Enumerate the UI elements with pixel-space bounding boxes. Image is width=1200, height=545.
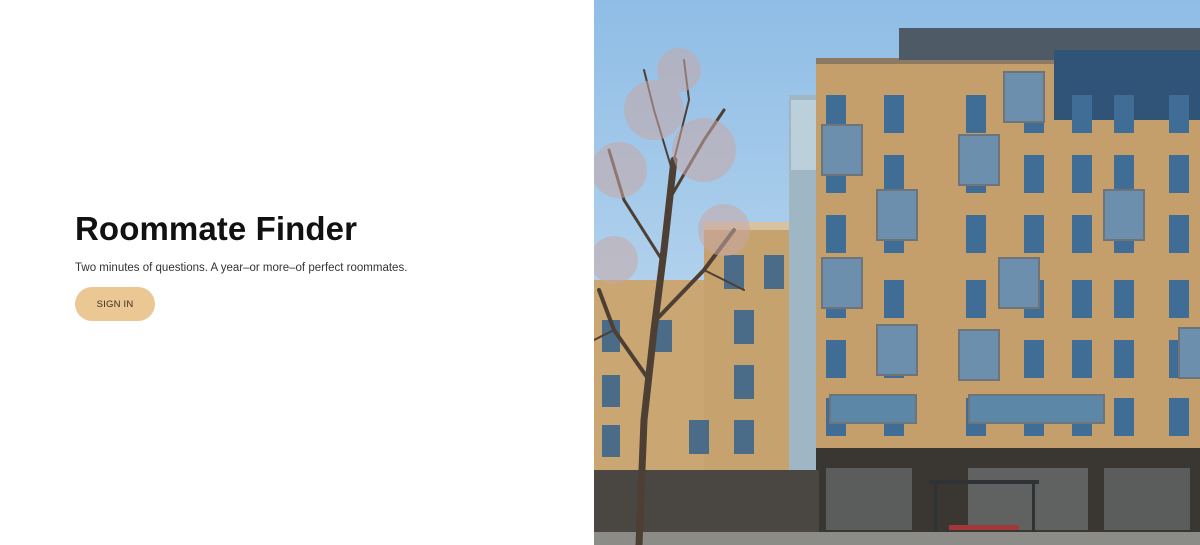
sign-in-button[interactable]: SIGN IN	[75, 287, 155, 321]
page-title: Roommate Finder	[75, 210, 358, 247]
hero-subtitle: Two minutes of questions. A year–or more…	[75, 262, 408, 274]
hero-panel: Roommate Finder Two minutes of questions…	[0, 0, 594, 545]
apartment-building-image	[594, 0, 1200, 545]
